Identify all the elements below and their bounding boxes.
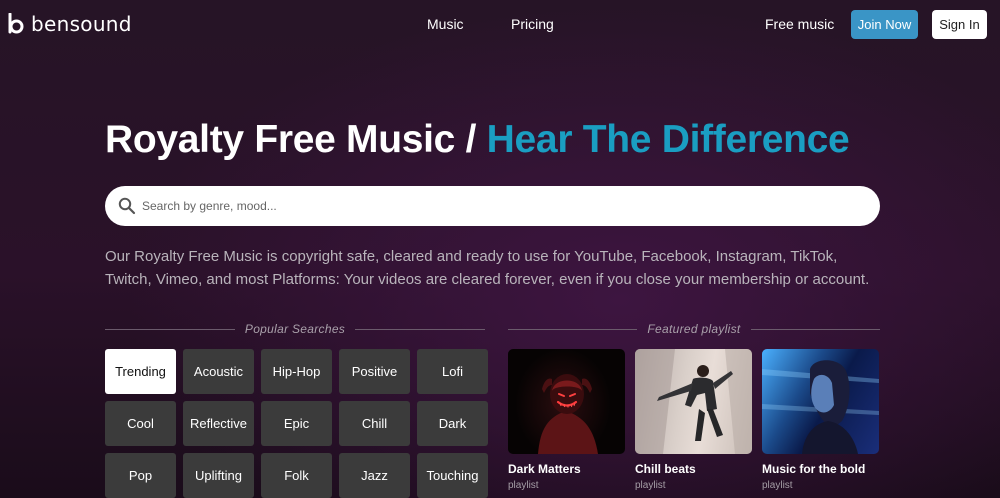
playlist-card[interactable]: Dark Matters playlist bbox=[508, 349, 625, 491]
hero-title-main: Royalty Free Music / bbox=[105, 118, 487, 161]
featured-playlists: Dark Matters playlist Chill beats playli… bbox=[508, 349, 879, 491]
search-icon bbox=[118, 197, 136, 220]
playlist-type: playlist bbox=[762, 480, 793, 491]
nav-music-link[interactable]: Music bbox=[427, 16, 464, 32]
playlist-type: playlist bbox=[635, 480, 666, 491]
tag-epic[interactable]: Epic bbox=[261, 401, 332, 446]
popular-searches-header: Popular Searches bbox=[105, 321, 486, 337]
tag-trending[interactable]: Trending bbox=[105, 349, 176, 394]
sign-in-button[interactable]: Sign In bbox=[932, 10, 987, 39]
logo-text: bensound bbox=[31, 12, 132, 36]
join-now-button[interactable]: Join Now bbox=[851, 10, 918, 39]
featured-playlist-header: Featured playlist bbox=[508, 321, 880, 337]
tag-acoustic[interactable]: Acoustic bbox=[183, 349, 254, 394]
playlist-cover-image[interactable] bbox=[762, 349, 879, 454]
playlist-type: playlist bbox=[508, 480, 539, 491]
tag-lofi[interactable]: Lofi bbox=[417, 349, 488, 394]
search-bar[interactable] bbox=[105, 186, 880, 226]
nav-pricing-link[interactable]: Pricing bbox=[511, 16, 554, 32]
hero-title: Royalty Free Music / Hear The Difference bbox=[105, 118, 850, 162]
tag-hip-hop[interactable]: Hip-Hop bbox=[261, 349, 332, 394]
tag-dark[interactable]: Dark bbox=[417, 401, 488, 446]
playlist-title[interactable]: Dark Matters bbox=[508, 462, 625, 476]
popular-searches-label: Popular Searches bbox=[244, 322, 346, 336]
popular-tags-grid: Trending Acoustic Hip-Hop Positive Lofi … bbox=[105, 349, 488, 498]
bensound-logo-icon bbox=[8, 13, 24, 35]
divider bbox=[508, 328, 638, 330]
tag-positive[interactable]: Positive bbox=[339, 349, 410, 394]
playlist-card[interactable]: Chill beats playlist bbox=[635, 349, 752, 491]
playlist-card[interactable]: Music for the bold playlist bbox=[762, 349, 879, 491]
playlist-title[interactable]: Chill beats bbox=[635, 462, 752, 476]
site-header: bensound Music Pricing Free music Join N… bbox=[0, 0, 1000, 50]
divider bbox=[355, 328, 486, 330]
tag-pop[interactable]: Pop bbox=[105, 453, 176, 498]
tag-touching[interactable]: Touching bbox=[417, 453, 488, 498]
tag-reflective[interactable]: Reflective bbox=[183, 401, 254, 446]
search-input[interactable] bbox=[142, 186, 862, 226]
playlist-title[interactable]: Music for the bold bbox=[762, 462, 879, 476]
hero-title-accent: Hear The Difference bbox=[486, 118, 850, 161]
hero-description: Our Royalty Free Music is copyright safe… bbox=[105, 248, 870, 288]
playlist-cover-image[interactable] bbox=[635, 349, 752, 454]
tag-uplifting[interactable]: Uplifting bbox=[183, 453, 254, 498]
tag-folk[interactable]: Folk bbox=[261, 453, 332, 498]
nav-free-music-link[interactable]: Free music bbox=[765, 16, 834, 32]
logo[interactable]: bensound bbox=[8, 12, 132, 36]
tag-jazz[interactable]: Jazz bbox=[339, 453, 410, 498]
tag-chill[interactable]: Chill bbox=[339, 401, 410, 446]
featured-playlist-label: Featured playlist bbox=[647, 322, 741, 336]
playlist-cover-image[interactable] bbox=[508, 349, 625, 454]
tag-cool[interactable]: Cool bbox=[105, 401, 176, 446]
divider bbox=[105, 328, 235, 330]
divider bbox=[750, 328, 880, 330]
